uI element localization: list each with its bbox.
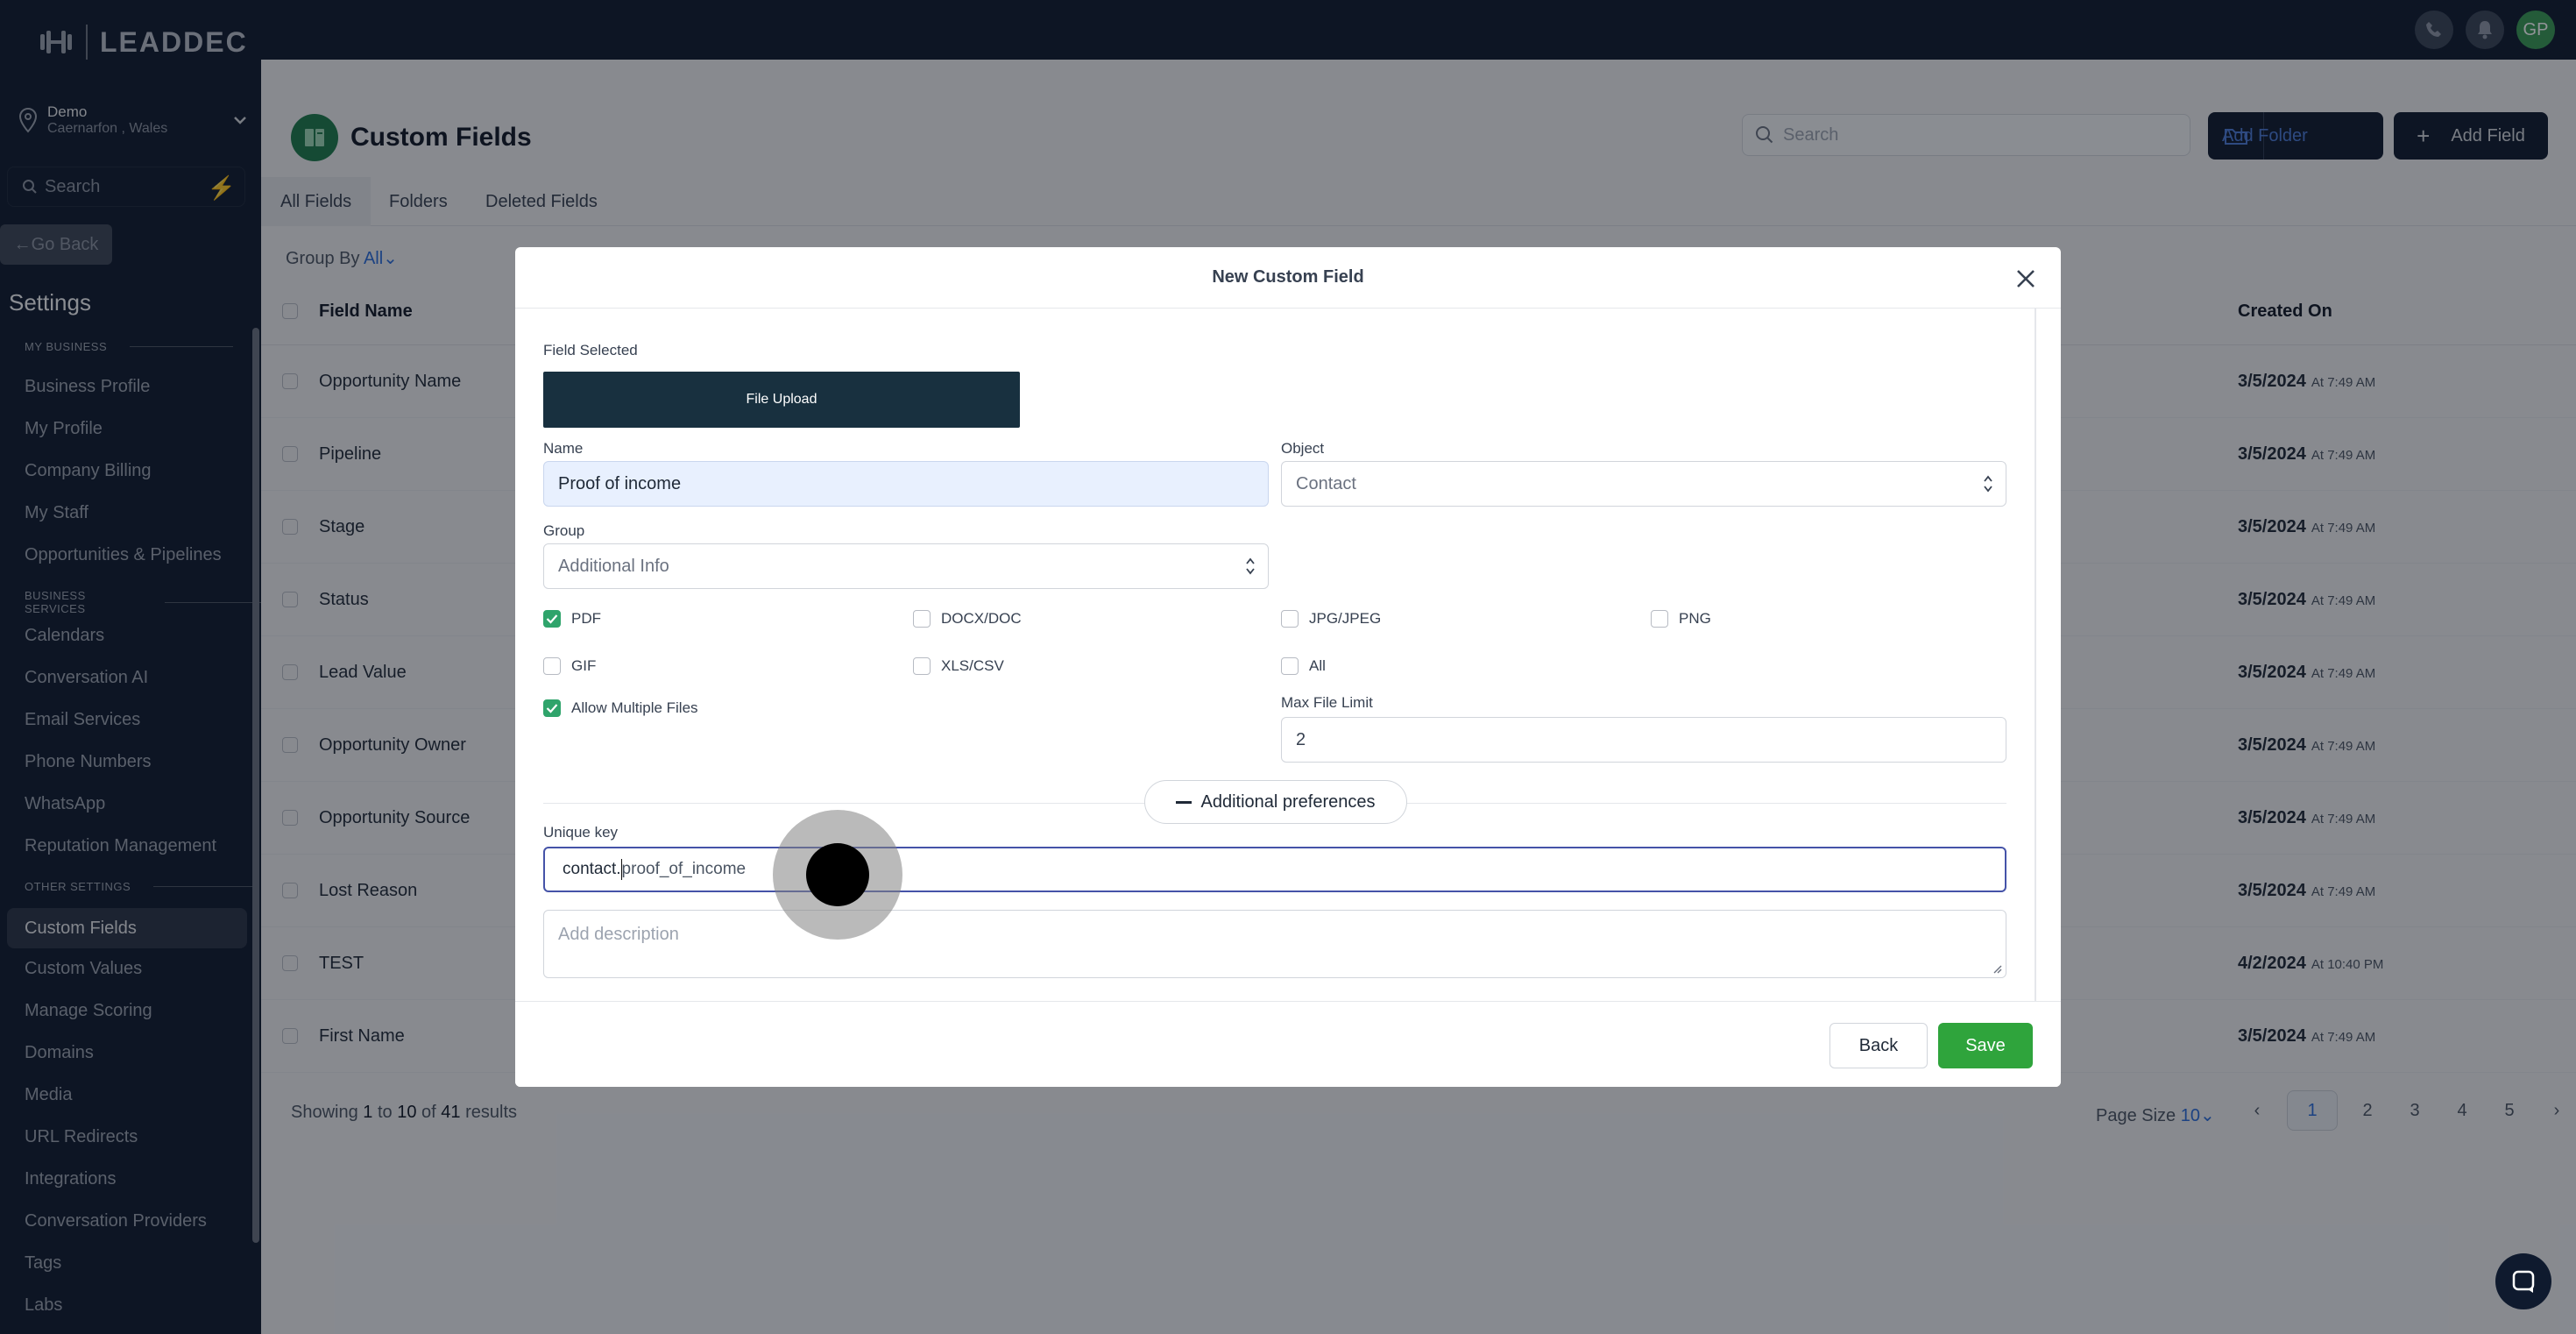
additional-preferences-label: Additional preferences <box>1200 791 1376 812</box>
minus-icon <box>1176 800 1192 804</box>
group-select[interactable]: Additional Info <box>543 543 1269 589</box>
filetype-gif-label: GIF <box>571 657 597 674</box>
modal-title: New Custom Field <box>515 247 2061 309</box>
unique-key-label: Unique key <box>543 824 619 841</box>
modal-footer: Back Save <box>515 1001 2061 1087</box>
filetype-docx-checkbox[interactable]: DOCX/DOC <box>913 610 1022 628</box>
description-placeholder: Add description <box>558 925 679 944</box>
description-textarea[interactable]: Add description <box>543 910 2006 978</box>
filetype-png-checkbox[interactable]: PNG <box>1651 610 1711 628</box>
object-value: Contact <box>1296 473 1356 493</box>
new-custom-field-modal: New Custom Field Field Selected File Upl… <box>515 247 2061 1087</box>
check-icon <box>543 610 561 628</box>
additional-preferences-toggle[interactable]: Additional preferences <box>1144 780 1407 824</box>
field-selected-label: Field Selected <box>543 342 638 358</box>
chat-launcher-button[interactable] <box>2495 1253 2551 1309</box>
group-value: Additional Info <box>558 556 669 576</box>
object-select[interactable]: Contact <box>1281 461 2006 507</box>
field-type-file-upload[interactable]: File Upload <box>543 372 1020 428</box>
object-label: Object <box>1281 440 1325 457</box>
filetype-all-checkbox[interactable]: All <box>1281 657 1326 675</box>
modal-body: Field Selected File Upload Name Proof of… <box>515 309 2036 1051</box>
name-label: Name <box>543 440 584 457</box>
resize-handle-icon[interactable] <box>1992 963 2002 974</box>
filetype-jpg-label: JPG/JPEG <box>1309 610 1382 627</box>
filetype-xls-checkbox[interactable]: XLS/CSV <box>913 657 1004 675</box>
max-file-limit-input[interactable]: 2 <box>1281 717 2006 763</box>
back-button[interactable]: Back <box>1829 1023 1928 1068</box>
unique-key-input[interactable]: contact. proof_of_income <box>543 847 2006 892</box>
filetype-xls-label: XLS/CSV <box>941 657 1004 674</box>
filetype-jpg-checkbox[interactable]: JPG/JPEG <box>1281 610 1381 628</box>
filetype-pdf-label: PDF <box>571 610 601 627</box>
close-icon[interactable] <box>2013 266 2038 291</box>
allow-multiple-files-label: Allow Multiple Files <box>571 699 698 716</box>
filetype-all-label: All <box>1309 657 1326 674</box>
filetype-gif-checkbox[interactable]: GIF <box>543 657 596 675</box>
select-arrows-icon <box>1984 475 1992 493</box>
max-file-limit-label: Max File Limit <box>1281 694 1373 711</box>
filetype-docx-label: DOCX/DOC <box>941 610 1022 627</box>
save-button[interactable]: Save <box>1938 1023 2033 1068</box>
filetype-pdf-checkbox[interactable]: PDF <box>543 610 601 628</box>
unique-key-prefix: contact. <box>563 860 621 878</box>
group-label: Group <box>543 522 585 539</box>
allow-multiple-files-checkbox[interactable]: Allow Multiple Files <box>543 699 698 717</box>
filetype-png-label: PNG <box>1679 610 1711 627</box>
unique-key-value: proof_of_income <box>621 860 747 878</box>
chat-icon <box>2512 1270 2535 1293</box>
select-arrows-icon <box>1246 557 1255 575</box>
check-icon <box>543 699 561 717</box>
click-indicator-dot <box>806 843 869 906</box>
name-input[interactable]: Proof of income <box>543 461 1269 507</box>
